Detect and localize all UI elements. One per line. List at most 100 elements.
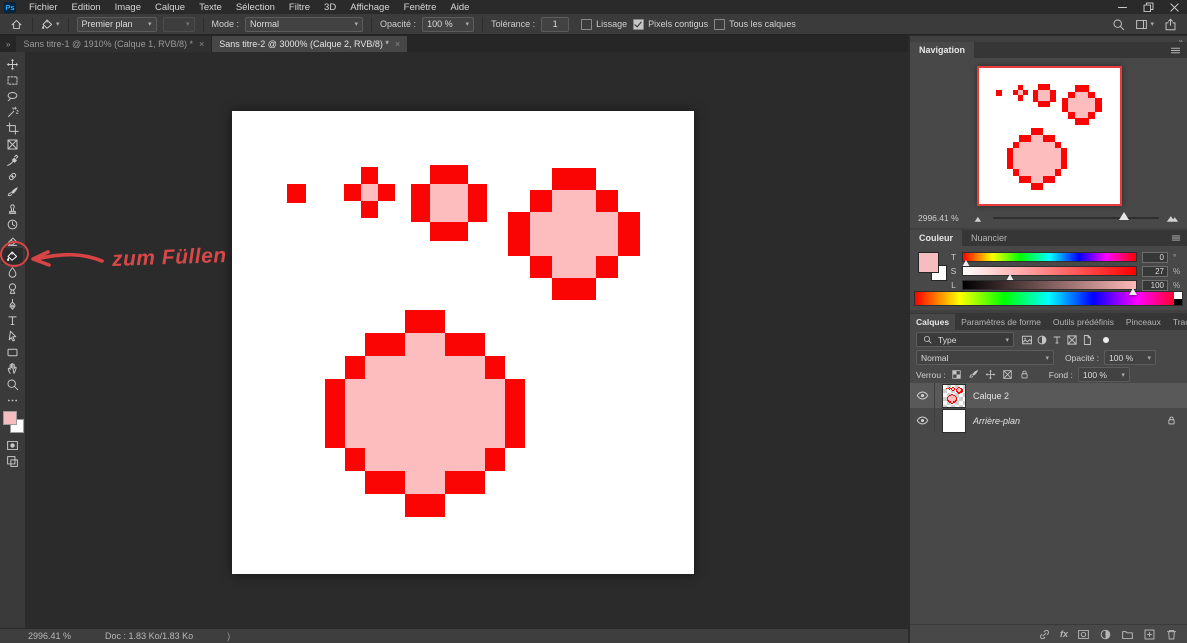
slider-track[interactable] [962,280,1137,290]
color-spectrum-ramp[interactable] [914,291,1183,306]
panel-menu-icon[interactable] [1169,44,1182,57]
layer-search-select[interactable]: Type ▾ [916,332,1014,347]
menu-edition[interactable]: Edition [65,0,108,14]
toolbar-collapse-icon[interactable]: » [0,40,16,52]
lock-checker-icon[interactable] [951,369,962,380]
tab-param-tres-de-forme[interactable]: Paramètres de forme [955,314,1047,330]
layer-name[interactable]: Arrière-plan [973,416,1020,426]
menu-aide[interactable]: Aide [443,0,476,14]
tolerance-input[interactable]: 1 [541,17,569,32]
history-brush-tool[interactable] [2,216,23,232]
slider-value[interactable]: 100 [1142,280,1168,291]
filter-typeT-icon[interactable] [1049,333,1064,347]
checkbox-lissage[interactable]: Lissage [581,19,627,30]
menu-fichier[interactable]: Fichier [22,0,65,14]
quick-mask-button[interactable] [2,437,23,453]
panel-menu-icon[interactable] [1170,232,1182,244]
menu-fen-tre[interactable]: Fenêtre [397,0,444,14]
lock-brush-icon[interactable] [968,369,979,380]
search-icon[interactable] [1112,18,1125,31]
screen-mode-button[interactable] [2,453,23,469]
layer-thumbnail[interactable] [942,384,966,408]
layer-thumbnail[interactable] [942,409,966,433]
layer-name[interactable]: Calque 2 [973,391,1009,401]
menu-3d[interactable]: 3D [317,0,343,14]
foreground-color-swatch[interactable] [3,411,17,425]
type-tool[interactable] [2,312,23,328]
menu-calque[interactable]: Calque [148,0,192,14]
layer-row-2[interactable]: Arrière-plan [910,408,1187,433]
slider-handle[interactable] [1119,212,1129,220]
opacity-select[interactable]: 100 % ▾ [422,17,474,32]
document-tab-2[interactable]: Sans titre-2 @ 3000% (Calque 2, RVB/8) *… [212,36,407,52]
frame-tool[interactable] [2,136,23,152]
slider-track[interactable] [962,252,1137,262]
checkbox-box[interactable] [714,19,725,30]
navigator-zoom-value[interactable]: 2996.41 % [918,213,966,223]
workspace-switcher[interactable]: ▾ [1135,18,1154,31]
crop-tool[interactable] [2,120,23,136]
blend-mode-select[interactable]: Normal ▾ [916,350,1054,365]
restore-button[interactable] [1135,0,1161,14]
lock-frame-icon[interactable] [1002,369,1013,380]
document-tab-1[interactable]: Sans titre-1 @ 1910% (Calque 1, RVB/8) *… [16,36,211,52]
layer-row-1[interactable]: Calque 2 [910,383,1187,408]
path-selection-tool[interactable] [2,328,23,344]
layer-link-button[interactable] [1038,628,1051,641]
menu-affichage[interactable]: Affichage [343,0,396,14]
zoom-out-icon[interactable] [973,212,986,225]
navigator-thumbnail[interactable] [977,66,1122,206]
slider-value[interactable]: 0 [1142,252,1168,263]
menu-filtre[interactable]: Filtre [282,0,317,14]
tab-couleur[interactable]: Couleur [910,230,962,246]
tab-calques[interactable]: Calques [910,314,955,330]
tab-trac-s[interactable]: Tracés [1167,314,1187,330]
tool-preset-picker[interactable]: ▾ [41,18,60,31]
tab-navigation[interactable]: Navigation [910,42,974,58]
home-icon[interactable] [8,16,24,32]
filter-image-icon[interactable] [1019,333,1034,347]
clone-stamp-tool[interactable] [2,200,23,216]
menu-texte[interactable]: Texte [192,0,229,14]
tab-outils-pr-d-finis[interactable]: Outils prédéfinis [1047,314,1120,330]
menu-image[interactable]: Image [108,0,148,14]
menu-s-lection[interactable]: Sélection [229,0,282,14]
slider-track[interactable] [962,266,1137,276]
marquee-tool[interactable] [2,72,23,88]
hand-tool[interactable] [2,360,23,376]
more-tools[interactable] [2,392,23,408]
checkbox-box[interactable] [633,19,644,30]
dodge-tool[interactable] [2,280,23,296]
lock-lock-icon[interactable] [1019,369,1030,380]
slider-handle[interactable] [1129,288,1137,295]
tab-nuancier[interactable]: Nuancier [962,230,1016,246]
lock-move-icon[interactable] [985,369,996,380]
mode-select[interactable]: Normal ▾ [245,17,363,32]
filter-halfcircle-icon[interactable] [1034,333,1049,347]
zoom-in-icon[interactable] [1166,212,1179,225]
share-icon[interactable] [1164,18,1177,31]
close-tab-icon[interactable]: × [395,39,400,49]
move-tool[interactable] [2,56,23,72]
close-button[interactable] [1161,0,1187,14]
slider-value[interactable]: 27 [1142,266,1168,277]
filter-page-icon[interactable] [1079,333,1094,347]
layer-visibility-eye-icon[interactable] [910,383,935,408]
layer-plusrect-button[interactable] [1143,628,1156,641]
healing-tool[interactable] [2,168,23,184]
navigator-zoom-slider[interactable] [993,217,1159,219]
fill-source-select[interactable]: Premier plan ▾ [77,17,157,32]
magic-wand-tool[interactable] [2,104,23,120]
layer-opacity-select[interactable]: 100 % ▾ [1104,350,1156,365]
eyedropper-tool[interactable] [2,152,23,168]
spectrum-bw-end[interactable] [1174,292,1182,305]
zoom-tool[interactable] [2,376,23,392]
minimize-button[interactable] [1109,0,1135,14]
brush-tool[interactable] [2,184,23,200]
filter-toggle-pin[interactable] [1103,337,1109,343]
tab-pinceaux[interactable]: Pinceaux [1120,314,1167,330]
foreground-color-swatch[interactable] [918,252,939,273]
close-tab-icon[interactable]: × [199,39,204,49]
photoshop-logo[interactable]: Ps [4,2,16,13]
layer-fill-select[interactable]: 100 % ▾ [1078,367,1130,382]
